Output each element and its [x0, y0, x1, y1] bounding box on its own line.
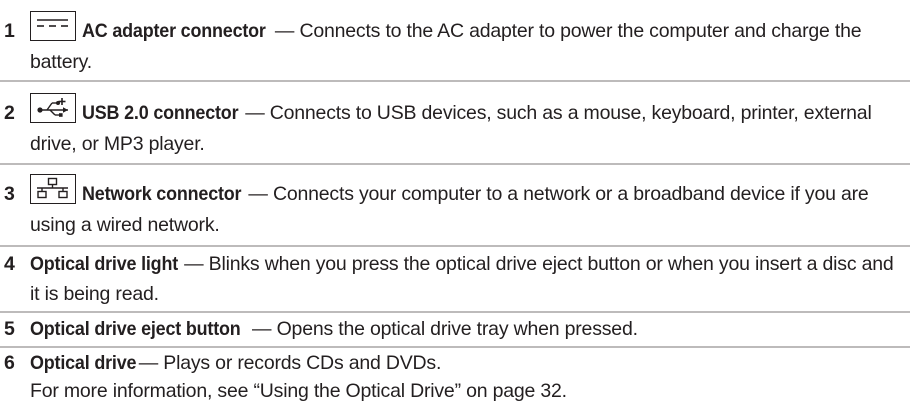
- item-dash: —: [133, 352, 164, 374]
- item-dash: —: [246, 318, 277, 340]
- divider: [0, 163, 910, 165]
- divider: [0, 80, 910, 82]
- more-info-note: For more information, see “Using the Opt…: [30, 380, 567, 402]
- item-number: 1: [4, 20, 15, 42]
- list-item: 5 Optical drive eject button — Opens the…: [0, 314, 913, 344]
- item-title: Optical drive eject button: [30, 318, 241, 340]
- item-title: Network connector: [82, 183, 242, 205]
- item-dash: —: [243, 183, 273, 205]
- item-description: Opens the optical drive tray when presse…: [276, 318, 638, 340]
- list-item: 3 Network connector — Connects your comp…: [0, 169, 913, 240]
- list-item: 6 Optical drive — Plays or records CDs a…: [0, 348, 913, 378]
- item-number: 3: [4, 183, 15, 205]
- divider: [0, 311, 910, 313]
- item-description: Plays or records CDs and DVDs.: [163, 352, 442, 374]
- usb-icon: [30, 92, 76, 123]
- list-item: 1 AC adapter connector — Connects to the…: [0, 6, 913, 77]
- item-dash: —: [178, 253, 209, 275]
- item-number: 4: [4, 253, 15, 275]
- item-dash: —: [239, 102, 270, 124]
- item-title: USB 2.0 connector: [82, 102, 239, 124]
- list-item: 2 USB 2.0 connector — Connects to USB de…: [0, 88, 913, 159]
- item-title: Optical drive light: [30, 253, 179, 275]
- divider: [0, 245, 910, 247]
- item-number: 2: [4, 102, 15, 124]
- item-number: 5: [4, 318, 15, 340]
- item-number: 6: [4, 352, 15, 374]
- item-dash: —: [269, 20, 300, 42]
- list-item: 4 Optical drive light — Blinks when you …: [0, 249, 913, 309]
- item-title: AC adapter connector: [82, 20, 266, 42]
- ac-adapter-icon: [30, 10, 76, 41]
- network-icon: [30, 173, 76, 204]
- item-title: Optical drive: [30, 352, 137, 374]
